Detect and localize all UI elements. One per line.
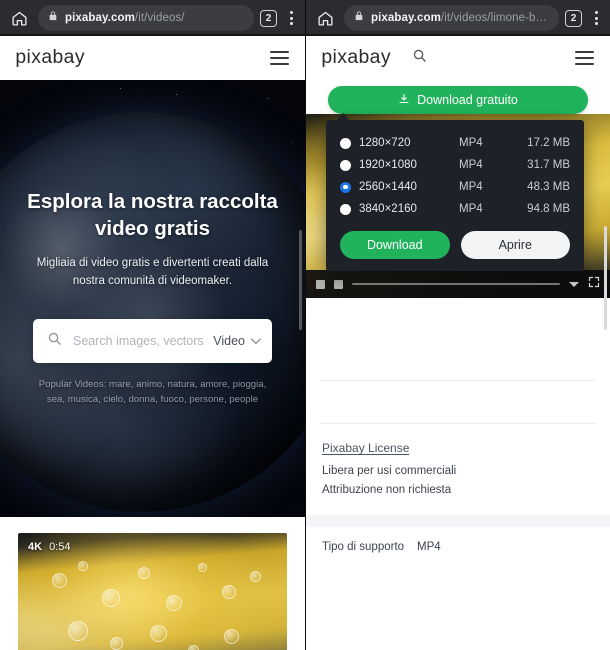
thumbnail-quality: 4K [28, 541, 43, 553]
hero-title-line-2: video gratis [94, 217, 211, 241]
kebab-menu-icon[interactable] [588, 11, 604, 25]
right-tab-count[interactable]: 2 [565, 9, 582, 27]
right-blank-row [306, 381, 610, 423]
option-resolution: 3840×2160 [359, 203, 417, 215]
left-url-path: /it/videos/ [134, 12, 185, 24]
radio-2560x1440[interactable] [340, 181, 351, 193]
chevron-down-icon [250, 334, 261, 345]
right-content-gap [306, 298, 610, 380]
option-format: MP4 [459, 203, 483, 215]
download-options-dialog: 1280×720 MP4 17.2 MB 1920×1080 MP4 31.7 … [326, 113, 584, 271]
dialog-caret [336, 113, 350, 121]
player-controls[interactable] [306, 270, 610, 298]
hamburger-icon[interactable] [575, 51, 594, 65]
left-browser-pane: pixabay.com/it/videos/ 2 pixabay Esplora… [0, 0, 305, 650]
home-icon[interactable] [6, 5, 32, 31]
right-url-domain: pixabay.com [371, 12, 441, 24]
right-site-header: pixabay [306, 36, 610, 80]
video-thumbnail[interactable]: 4K 0:54 [18, 533, 287, 650]
play-icon[interactable] [316, 279, 325, 289]
thumbnail-duration: 0:54 [49, 541, 71, 553]
popular-label: Popular Videos: [38, 378, 107, 390]
radio-3840x2160[interactable] [340, 203, 351, 215]
lock-icon [354, 9, 364, 27]
download-free-label: Download gratuito [417, 93, 518, 107]
radio-1280x720[interactable] [340, 137, 351, 149]
option-format: MP4 [459, 137, 483, 149]
option-resolution: 1280×720 [359, 137, 411, 149]
right-browser-toolbar: pixabay.com/it/videos/limone-b… 2 [306, 0, 610, 36]
lock-icon [48, 9, 58, 27]
hero-content: Esplora la nostra raccolta video gratis … [0, 188, 305, 407]
license-line-2: Attribuzione non richiesta [322, 483, 452, 496]
option-size: 48.3 MB [527, 181, 570, 193]
option-format: MP4 [459, 159, 483, 171]
kebab-menu-icon[interactable] [283, 11, 299, 25]
left-logo-text: pixabay [15, 47, 85, 68]
right-scrollbar[interactable] [604, 226, 607, 330]
search-input[interactable]: Search images, vectors, vide… [73, 334, 205, 348]
left-scrollbar[interactable] [299, 230, 302, 330]
media-type-value: Video [213, 333, 245, 348]
settings-caret-icon[interactable] [569, 281, 579, 287]
option-resolution: 1920×1080 [359, 159, 417, 171]
left-url-text: pixabay.com/it/videos/ [65, 12, 185, 24]
radio-1920x1080[interactable] [340, 159, 351, 171]
hero-banner: Esplora la nostra raccolta video gratis … [0, 80, 305, 517]
dialog-open-button[interactable]: Aprire [460, 231, 570, 259]
media-type-value: MP4 [417, 541, 441, 554]
download-option-row[interactable]: 1920×1080 MP4 31.7 MB [340, 154, 570, 176]
media-type-row: Tipo di supporto MP4 [306, 527, 610, 553]
fullscreen-icon[interactable] [588, 275, 600, 293]
left-tab-count[interactable]: 2 [260, 9, 277, 27]
dual-pane-screenshot: pixabay.com/it/videos/ 2 pixabay Esplora… [0, 0, 610, 650]
right-url-text: pixabay.com/it/videos/limone-b… [371, 12, 547, 24]
hero-title-line-1: Esplora la nostra raccolta [27, 190, 278, 213]
search-icon [47, 331, 62, 351]
download-icon [398, 93, 410, 108]
hamburger-icon[interactable] [270, 51, 289, 65]
media-type-key: Tipo di supporto [322, 541, 405, 554]
left-url-domain: pixabay.com [65, 12, 135, 24]
progress-track[interactable] [352, 283, 560, 285]
media-type-select[interactable]: Video [205, 333, 261, 348]
dialog-download-button[interactable]: Download [340, 231, 450, 259]
search-bar[interactable]: Search images, vectors, vide… Video [33, 318, 272, 363]
video-thumbnail-area: 4K 0:54 [0, 517, 305, 650]
search-icon[interactable] [412, 48, 427, 68]
option-resolution: 2560×1440 [359, 181, 417, 193]
download-option-row[interactable]: 3840×2160 MP4 94.8 MB [340, 198, 570, 220]
right-address-bar[interactable]: pixabay.com/it/videos/limone-b… [344, 5, 559, 31]
right-logo-text: pixabay [321, 47, 391, 68]
download-free-button[interactable]: Download gratuito [328, 86, 588, 114]
license-link[interactable]: Pixabay License [322, 441, 594, 455]
section-separator [306, 515, 610, 528]
pixabay-logo[interactable]: pixabay [15, 47, 85, 69]
download-option-row[interactable]: 2560×1440 MP4 48.3 MB [340, 176, 570, 198]
volume-icon[interactable] [334, 279, 343, 289]
popular-videos-text: Popular Videos: mare, animo, natura, amo… [16, 377, 289, 408]
left-site-header: pixabay [0, 36, 305, 80]
right-browser-pane: pixabay.com/it/videos/limone-b… 2 pixaba… [305, 0, 610, 650]
option-size: 31.7 MB [527, 159, 570, 171]
option-size: 17.2 MB [527, 137, 570, 149]
video-player-section: Download gratuito 1280×720 MP4 17.2 MB 1… [306, 80, 610, 298]
thumbnail-badge: 4K 0:54 [28, 541, 70, 553]
dialog-actions: Download Aprire [340, 231, 570, 259]
download-option-row[interactable]: 1280×720 MP4 17.2 MB [340, 132, 570, 154]
license-section: Pixabay License Libera per usi commercia… [306, 424, 610, 515]
home-icon[interactable] [312, 5, 338, 31]
option-format: MP4 [459, 181, 483, 193]
license-line-1: Libera per usi commerciali [322, 465, 457, 477]
hero-title: Esplora la nostra raccolta video gratis [16, 188, 289, 242]
left-browser-toolbar: pixabay.com/it/videos/ 2 [0, 0, 305, 36]
option-size: 94.8 MB [527, 203, 570, 215]
left-address-bar[interactable]: pixabay.com/it/videos/ [38, 5, 254, 31]
hero-subtitle: Migliaia di video gratis e divertenti cr… [36, 257, 269, 287]
pixabay-logo[interactable]: pixabay [321, 47, 391, 69]
right-url-path: /it/videos/limone-b… [440, 12, 548, 24]
